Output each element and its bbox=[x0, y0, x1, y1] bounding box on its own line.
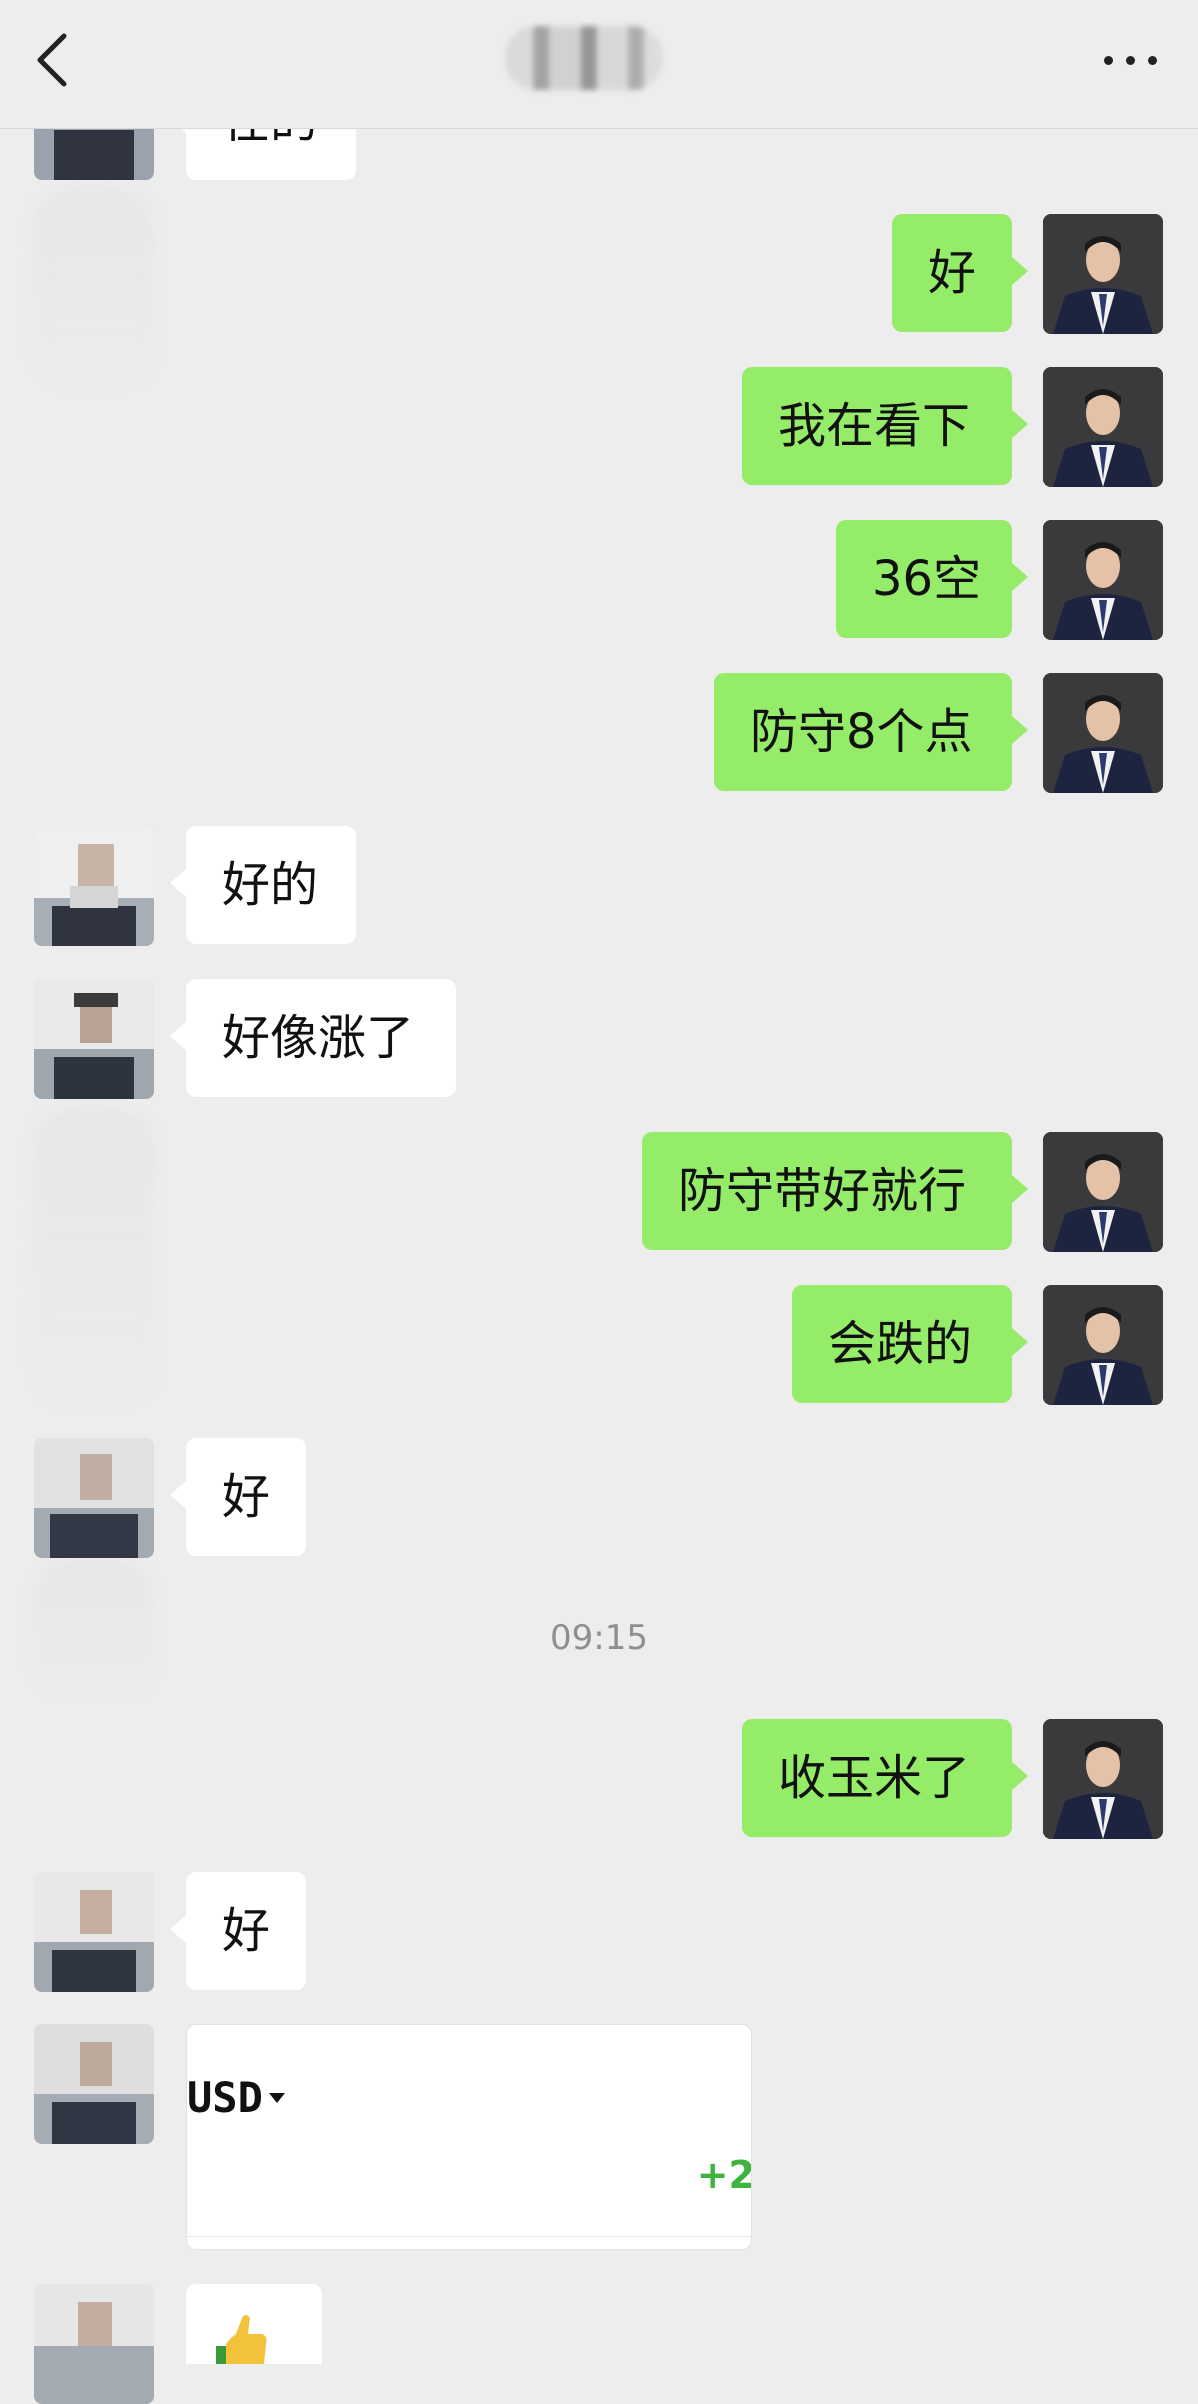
user-avatar[interactable] bbox=[1043, 1719, 1163, 1839]
message-bubble[interactable]: 好 bbox=[892, 214, 1028, 332]
avatar-photo bbox=[1043, 214, 1163, 334]
message-bubble[interactable]: 好像涨了 bbox=[170, 979, 456, 1097]
message-bubble[interactable]: 防守8个点 bbox=[714, 673, 1028, 791]
shared-quote-card[interactable]: USD +2 bbox=[186, 2024, 752, 2250]
card-currency-label[interactable]: USD bbox=[187, 2073, 263, 2122]
contact-avatar[interactable] bbox=[34, 979, 154, 1099]
message-bubble[interactable]: 防守带好就行 bbox=[642, 1132, 1028, 1250]
message-bubble[interactable]: 好 bbox=[170, 1872, 306, 1990]
contact-avatar[interactable] bbox=[34, 826, 154, 946]
back-button[interactable] bbox=[30, 30, 80, 90]
user-avatar[interactable] bbox=[1043, 1285, 1163, 1405]
avatar-photo bbox=[1043, 367, 1163, 487]
thumbs-up-icon bbox=[216, 2315, 267, 2364]
ellipsis-icon bbox=[1104, 56, 1113, 65]
chat-header bbox=[0, 0, 1198, 129]
avatar-photo-blurred bbox=[34, 2284, 154, 2404]
user-avatar[interactable] bbox=[1043, 520, 1163, 640]
avatar-photo-blurred bbox=[34, 1438, 154, 1558]
sticker-message[interactable] bbox=[186, 2284, 322, 2364]
user-avatar[interactable] bbox=[1043, 214, 1163, 334]
message-bubble[interactable]: 36空 bbox=[836, 520, 1028, 638]
message-timestamp: 09:15 bbox=[550, 1618, 648, 1658]
more-options-button[interactable] bbox=[1104, 52, 1160, 68]
avatar-photo bbox=[1043, 1285, 1163, 1405]
contact-avatar[interactable] bbox=[34, 1438, 154, 1558]
message-bubble[interactable]: 收玉米了 bbox=[742, 1719, 1028, 1837]
message-bubble[interactable]: 好的 bbox=[170, 826, 356, 944]
message-bubble[interactable]: 好 bbox=[170, 1438, 306, 1556]
avatar-photo-blurred bbox=[34, 2024, 154, 2144]
message-bubble[interactable]: 会跌的 bbox=[792, 1285, 1028, 1403]
card-divider bbox=[187, 2236, 751, 2237]
contact-avatar[interactable] bbox=[34, 1872, 154, 1992]
avatar-photo bbox=[1043, 673, 1163, 793]
contact-avatar[interactable] bbox=[34, 2024, 154, 2144]
avatar-photo bbox=[1043, 520, 1163, 640]
user-avatar[interactable] bbox=[1043, 1132, 1163, 1252]
avatar-photo bbox=[1043, 1132, 1163, 1252]
contact-avatar[interactable] bbox=[34, 2284, 154, 2404]
chat-title-blurred bbox=[505, 26, 663, 90]
caret-down-icon bbox=[269, 2093, 285, 2103]
message-bubble[interactable]: 我在看下 bbox=[742, 367, 1028, 485]
avatar-photo-blurred bbox=[34, 979, 154, 1099]
user-avatar[interactable] bbox=[1043, 673, 1163, 793]
background-ghost bbox=[34, 190, 154, 390]
avatar-photo-blurred bbox=[34, 826, 154, 946]
background-ghost bbox=[34, 1110, 154, 1410]
avatar-photo-blurred bbox=[34, 1872, 154, 1992]
avatar-photo bbox=[1043, 1719, 1163, 1839]
chevron-left-icon bbox=[37, 33, 67, 87]
user-avatar[interactable] bbox=[1043, 367, 1163, 487]
card-change-value: +2 bbox=[696, 2153, 752, 2197]
